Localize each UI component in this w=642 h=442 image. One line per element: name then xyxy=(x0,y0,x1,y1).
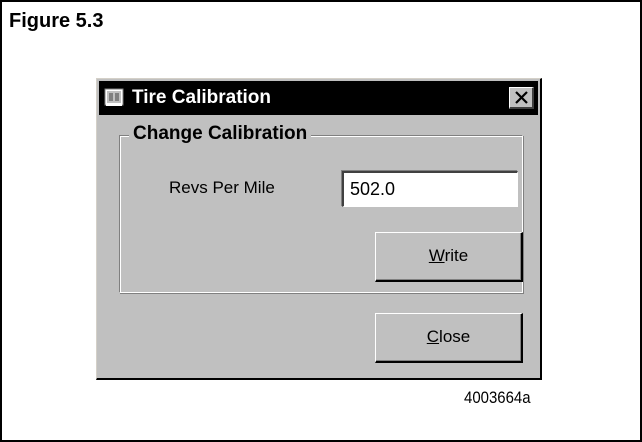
write-label-rest: rite xyxy=(444,246,469,265)
tire-calibration-dialog: Tire Calibration Change Calibration Revs… xyxy=(96,78,542,380)
dialog-title: Tire Calibration xyxy=(132,87,272,108)
write-button-label: Write xyxy=(429,246,468,265)
figure-frame: Figure 5.3 Tire Calibration Change Calib… xyxy=(0,0,642,442)
close-mnemonic: C xyxy=(426,327,440,346)
close-button-label: Close xyxy=(427,327,470,346)
group-legend: Change Calibration xyxy=(129,123,312,145)
title-close-button[interactable] xyxy=(509,87,534,109)
revs-per-mile-input[interactable] xyxy=(342,171,518,207)
title-bar[interactable]: Tire Calibration xyxy=(99,81,538,115)
figure-caption: Figure 5.3 xyxy=(9,10,104,32)
close-label-rest: lose xyxy=(439,327,471,346)
revs-per-mile-label: Revs Per Mile xyxy=(169,178,275,197)
write-mnemonic: W xyxy=(428,246,445,265)
write-button[interactable]: Write xyxy=(375,232,523,282)
close-button[interactable]: Close xyxy=(375,313,523,363)
tire-calibration-app-icon xyxy=(103,86,125,108)
figure-id-label: 4003664a xyxy=(464,388,531,407)
